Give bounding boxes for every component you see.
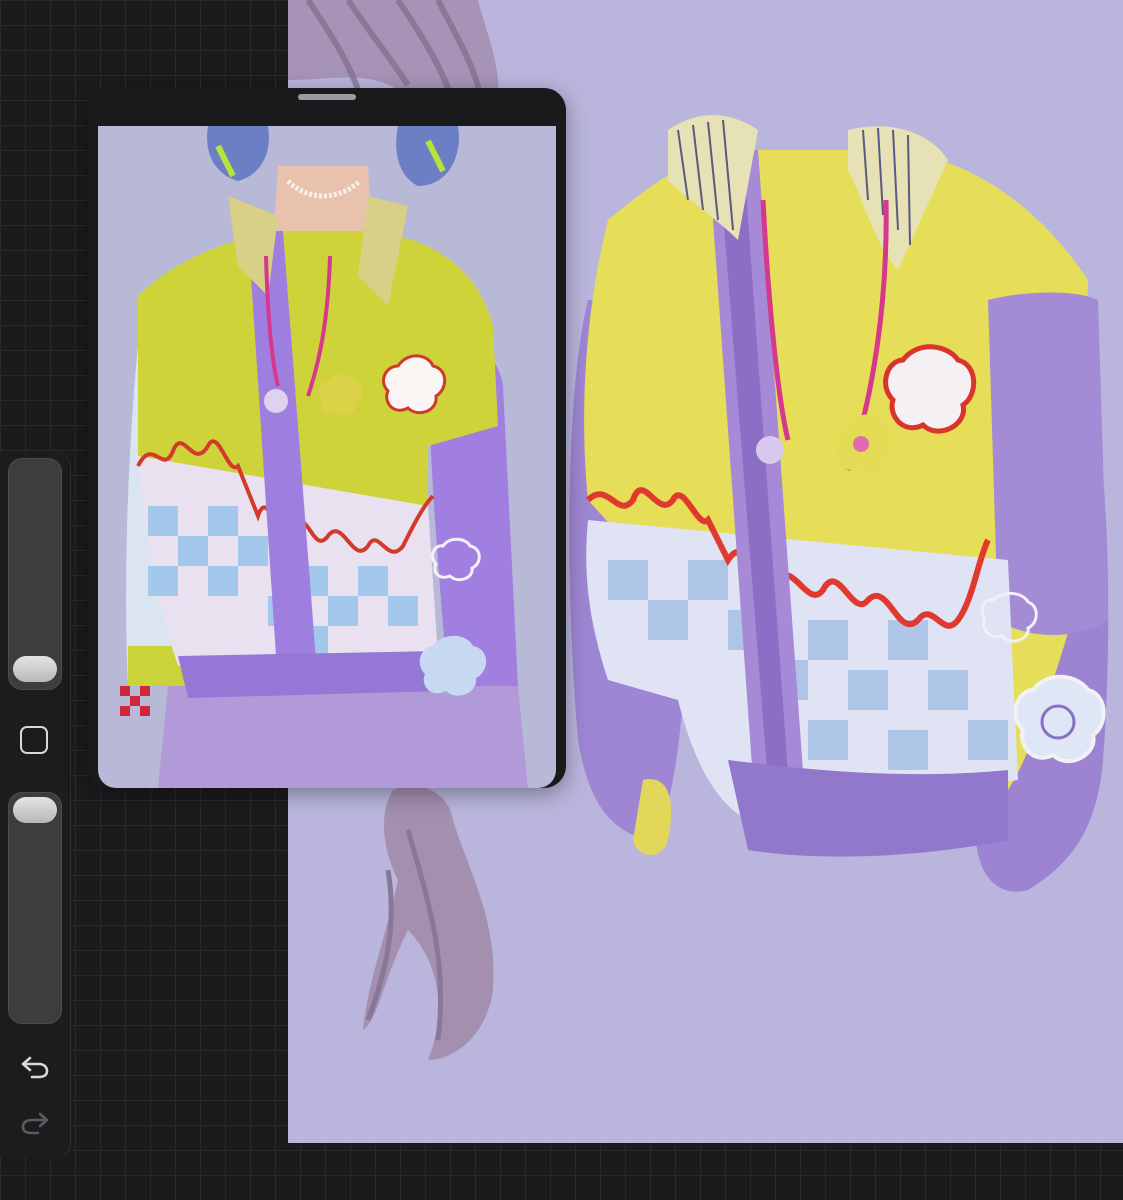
opacity-slider-thumb[interactable] [13, 797, 57, 823]
opacity-slider[interactable] [8, 792, 62, 1024]
brush-size-slider[interactable] [8, 458, 62, 690]
drag-handle-icon[interactable] [298, 94, 356, 100]
reference-window[interactable] [88, 88, 566, 788]
painted-ponytail [363, 786, 494, 1060]
modify-square-icon[interactable] [20, 726, 48, 754]
reference-photo [98, 126, 556, 788]
painted-cardigan [569, 115, 1109, 892]
undo-icon[interactable] [18, 1052, 52, 1082]
redo-icon[interactable] [18, 1108, 52, 1138]
brush-size-slider-thumb[interactable] [13, 656, 57, 682]
reference-photo-cardigan [120, 126, 528, 788]
